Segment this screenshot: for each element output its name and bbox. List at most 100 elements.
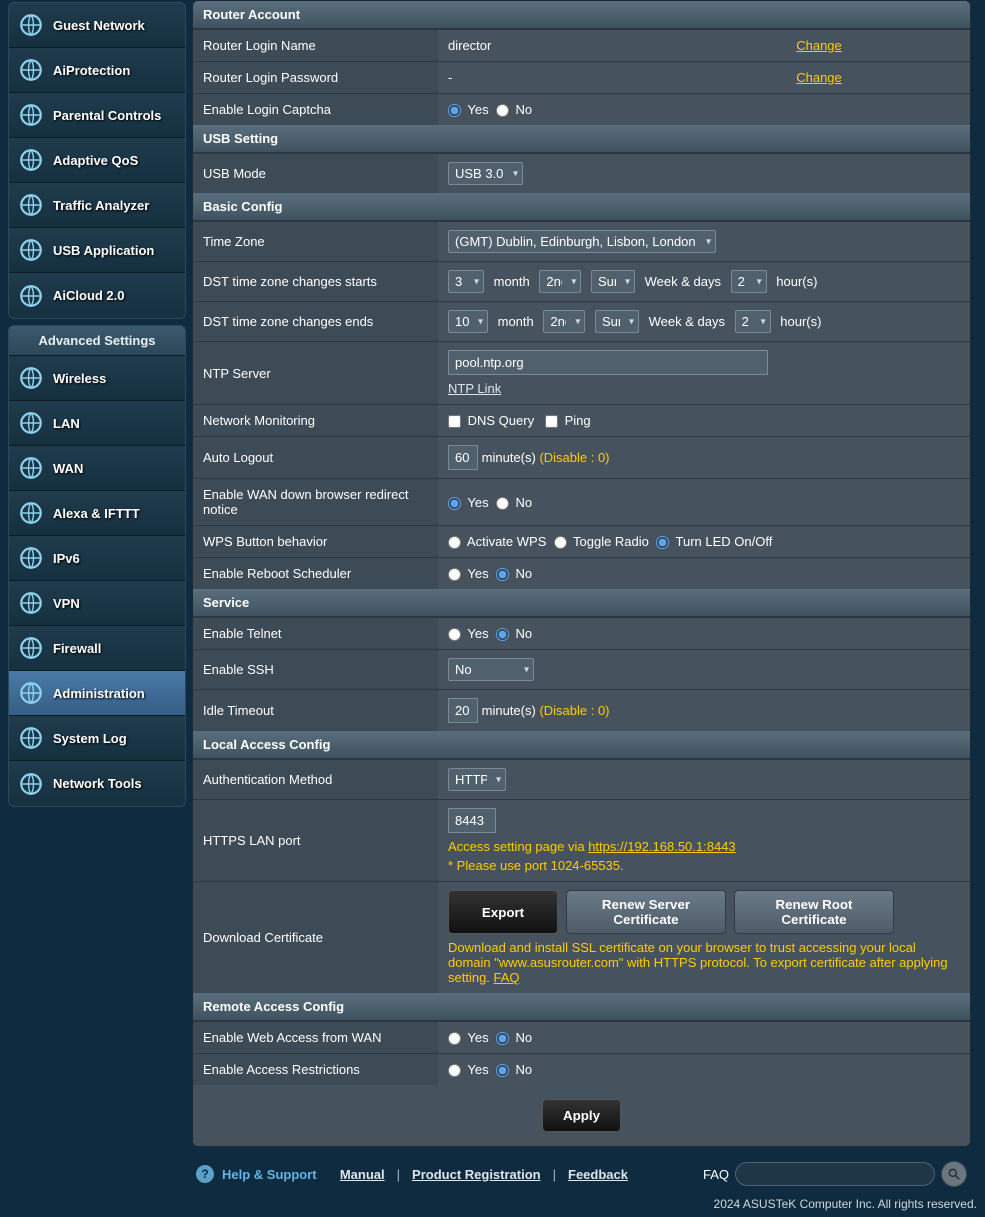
port-note: * Please use port 1024-65535. <box>448 858 960 873</box>
faq-label: FAQ <box>703 1167 729 1182</box>
dst-end-month[interactable]: 10 <box>448 310 488 333</box>
sidebar-item-vpn[interactable]: VPN <box>9 581 185 626</box>
sidebar-item-traffic-analyzer[interactable]: Traffic Analyzer <box>9 183 185 228</box>
dst-end-week[interactable]: 2nd <box>543 310 585 333</box>
wan-redir-label: Enable WAN down browser redirect notice <box>193 479 438 526</box>
sidebar-icon <box>17 236 45 264</box>
sidebar-icon <box>17 589 45 617</box>
sidebar-item-wireless[interactable]: Wireless <box>9 356 185 401</box>
wps-toggle[interactable]: Toggle Radio <box>554 534 649 549</box>
telnet-no[interactable]: No <box>496 626 532 641</box>
ping-check[interactable]: Ping <box>545 413 591 428</box>
dst-end-day[interactable]: Sun <box>595 310 639 333</box>
sidebar-item-firewall[interactable]: Firewall <box>9 626 185 671</box>
cert-text: Download and install SSL certificate on … <box>448 940 948 985</box>
sidebar-item-adaptive-qos[interactable]: Adaptive QoS <box>9 138 185 183</box>
auth-label: Authentication Method <box>193 760 438 800</box>
help-support-label: Help & Support <box>222 1167 317 1182</box>
manual-link[interactable]: Manual <box>340 1167 385 1182</box>
ntp-input[interactable] <box>448 350 768 375</box>
sidebar-icon <box>17 634 45 662</box>
feedback-link[interactable]: Feedback <box>568 1167 628 1182</box>
telnet-label: Enable Telnet <box>193 618 438 650</box>
telnet-yes[interactable]: Yes <box>448 626 489 641</box>
sidebar-item-system-log[interactable]: System Log <box>9 716 185 761</box>
auth-select[interactable]: HTTPS <box>448 768 506 791</box>
cert-faq-link[interactable]: FAQ <box>494 970 520 985</box>
dst-start-month[interactable]: 3 <box>448 270 484 293</box>
sidebar-icon <box>17 770 45 798</box>
tz-select[interactable]: (GMT) Dublin, Edinburgh, Lisbon, London <box>448 230 716 253</box>
sidebar-icon <box>17 146 45 174</box>
restrict-yes[interactable]: Yes <box>448 1062 489 1077</box>
sidebar-item-alexa-ifttt[interactable]: Alexa & IFTTT <box>9 491 185 536</box>
wan-redir-no[interactable]: No <box>496 495 532 510</box>
sidebar-item-label: Administration <box>53 686 145 701</box>
sidebar-item-label: IPv6 <box>53 551 80 566</box>
sidebar-item-usb-application[interactable]: USB Application <box>9 228 185 273</box>
section-service: Service <box>193 589 970 617</box>
sidebar-item-wan[interactable]: WAN <box>9 446 185 491</box>
export-button[interactable]: Export <box>448 890 558 934</box>
dst-start-hour[interactable]: 2 <box>731 270 767 293</box>
sidebar-icon <box>17 282 45 310</box>
dst-end-hour[interactable]: 2 <box>735 310 771 333</box>
sidebar-item-label: Traffic Analyzer <box>53 198 149 213</box>
sidebar-icon <box>17 11 45 39</box>
apply-button[interactable]: Apply <box>542 1099 621 1132</box>
ntp-link[interactable]: NTP Link <box>448 381 501 396</box>
wan-redir-yes[interactable]: Yes <box>448 495 489 510</box>
sidebar-item-label: LAN <box>53 416 80 431</box>
autologout-hint: (Disable : 0) <box>539 450 609 465</box>
faq-search-button[interactable] <box>941 1161 967 1187</box>
restrict-no[interactable]: No <box>496 1062 532 1077</box>
reboot-yes[interactable]: Yes <box>448 566 489 581</box>
port-input[interactable] <box>448 808 496 833</box>
product-registration-link[interactable]: Product Registration <box>412 1167 541 1182</box>
change-login-name-link[interactable]: Change <box>796 38 842 53</box>
dst-start-day[interactable]: Sun <box>591 270 635 293</box>
wps-led[interactable]: Turn LED On/Off <box>656 534 772 549</box>
dst-end-label: DST time zone changes ends <box>193 302 438 342</box>
usb-mode-select[interactable]: USB 3.0 <box>448 162 523 185</box>
sidebar-item-guest-network[interactable]: Guest Network <box>9 3 185 48</box>
sidebar-item-label: Adaptive QoS <box>53 153 138 168</box>
captcha-yes[interactable]: Yes <box>448 102 489 117</box>
advanced-settings-header: Advanced Settings <box>9 326 185 356</box>
change-password-link[interactable]: Change <box>796 70 842 85</box>
access-url-link[interactable]: https://192.168.50.1:8443 <box>588 839 735 854</box>
sidebar-icon <box>17 499 45 527</box>
ssh-select[interactable]: No <box>448 658 534 681</box>
sidebar-item-aicloud-2-0[interactable]: AiCloud 2.0 <box>9 273 185 318</box>
renew-server-cert-button[interactable]: Renew Server Certificate <box>566 890 726 934</box>
sidebar-item-administration[interactable]: Administration <box>9 671 185 716</box>
wan-access-yes[interactable]: Yes <box>448 1030 489 1045</box>
sidebar-item-network-tools[interactable]: Network Tools <box>9 761 185 806</box>
idle-input[interactable] <box>448 698 478 723</box>
reboot-no[interactable]: No <box>496 566 532 581</box>
renew-root-cert-button[interactable]: Renew Root Certificate <box>734 890 894 934</box>
sidebar-item-parental-controls[interactable]: Parental Controls <box>9 93 185 138</box>
sidebar-icon <box>17 679 45 707</box>
wan-access-no[interactable]: No <box>496 1030 532 1045</box>
wps-activate[interactable]: Activate WPS <box>448 534 546 549</box>
dns-query-check[interactable]: DNS Query <box>448 413 534 428</box>
autologout-label: Auto Logout <box>193 437 438 479</box>
sidebar-item-label: Wireless <box>53 371 106 386</box>
captcha-no[interactable]: No <box>496 102 532 117</box>
sidebar-item-lan[interactable]: LAN <box>9 401 185 446</box>
sidebar-icon <box>17 56 45 84</box>
sidebar-icon <box>17 101 45 129</box>
sidebar-item-aiprotection[interactable]: AiProtection <box>9 48 185 93</box>
faq-search-input[interactable] <box>735 1162 935 1186</box>
dst-start-week[interactable]: 2nd <box>539 270 581 293</box>
section-basic: Basic Config <box>193 193 970 221</box>
ntp-label: NTP Server <box>193 342 438 405</box>
idle-hint: (Disable : 0) <box>539 703 609 718</box>
sidebar-item-ipv6[interactable]: IPv6 <box>9 536 185 581</box>
sidebar-item-label: System Log <box>53 731 127 746</box>
captcha-label: Enable Login Captcha <box>193 94 438 126</box>
dst-start-label: DST time zone changes starts <box>193 262 438 302</box>
autologout-input[interactable] <box>448 445 478 470</box>
sidebar-icon <box>17 724 45 752</box>
